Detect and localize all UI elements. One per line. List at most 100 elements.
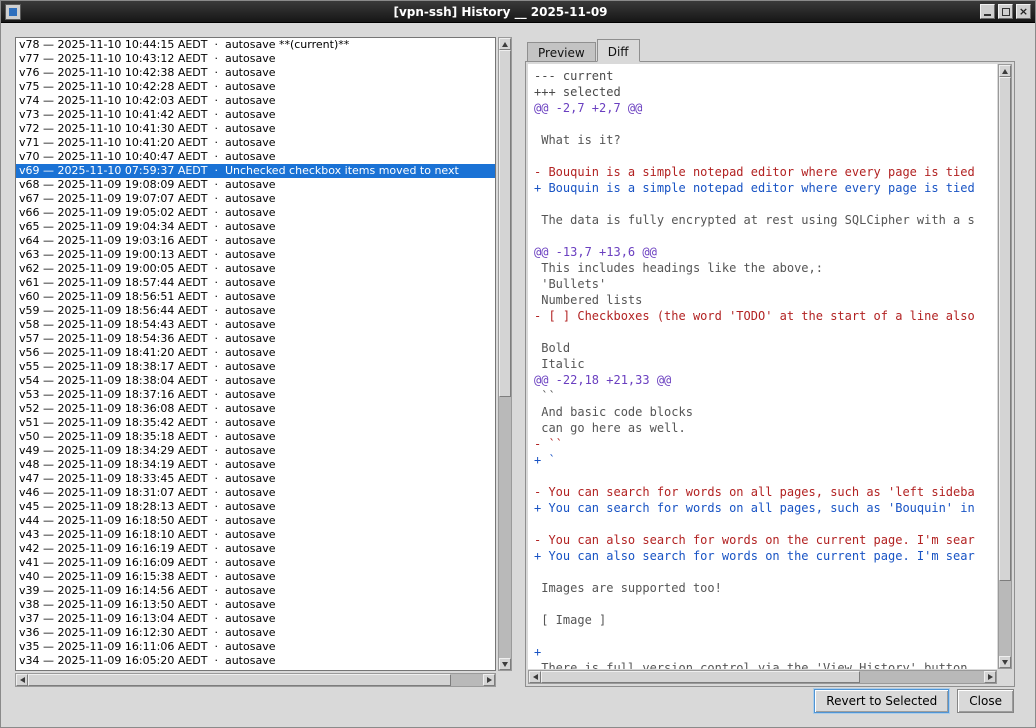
- diff-line: The data is fully encrypted at rest usin…: [534, 212, 997, 228]
- list-item[interactable]: v40 — 2025-11-09 16:15:38 AEDT · autosav…: [16, 570, 495, 584]
- list-item[interactable]: v62 — 2025-11-09 19:00:05 AEDT · autosav…: [16, 262, 495, 276]
- list-item[interactable]: v72 — 2025-11-10 10:41:30 AEDT · autosav…: [16, 122, 495, 136]
- list-item[interactable]: v49 — 2025-11-09 18:34:29 AEDT · autosav…: [16, 444, 495, 458]
- list-item[interactable]: v70 — 2025-11-10 10:40:47 AEDT · autosav…: [16, 150, 495, 164]
- list-item[interactable]: v56 — 2025-11-09 18:41:20 AEDT · autosav…: [16, 346, 495, 360]
- scroll-thumb[interactable]: [541, 671, 860, 683]
- list-item[interactable]: v61 — 2025-11-09 18:57:44 AEDT · autosav…: [16, 276, 495, 290]
- list-item[interactable]: v45 — 2025-11-09 18:28:13 AEDT · autosav…: [16, 500, 495, 514]
- list-item[interactable]: v53 — 2025-11-09 18:37:16 AEDT · autosav…: [16, 388, 495, 402]
- minimize-button[interactable]: [980, 4, 995, 19]
- scroll-up-button[interactable]: [499, 38, 511, 50]
- diff-line: And basic code blocks: [534, 404, 997, 420]
- list-item[interactable]: v39 — 2025-11-09 16:14:56 AEDT · autosav…: [16, 584, 495, 598]
- scroll-down-icon: [502, 662, 508, 667]
- close-window-button[interactable]: ×: [1016, 4, 1031, 19]
- list-item[interactable]: v73 — 2025-11-10 10:41:42 AEDT · autosav…: [16, 108, 495, 122]
- scroll-down-button[interactable]: [999, 656, 1011, 668]
- diff-line: +: [534, 644, 997, 660]
- list-item[interactable]: v75 — 2025-11-10 10:42:28 AEDT · autosav…: [16, 80, 495, 94]
- diff-line: can go here as well.: [534, 420, 997, 436]
- list-item[interactable]: v44 — 2025-11-09 16:18:50 AEDT · autosav…: [16, 514, 495, 528]
- scroll-left-button[interactable]: [529, 671, 541, 683]
- list-item[interactable]: v50 — 2025-11-09 18:35:18 AEDT · autosav…: [16, 430, 495, 444]
- scroll-track[interactable]: [499, 50, 511, 658]
- list-item[interactable]: v66 — 2025-11-09 19:05:02 AEDT · autosav…: [16, 206, 495, 220]
- diff-vscrollbar[interactable]: [998, 64, 1012, 669]
- list-item[interactable]: v33 — 2025-11-09 16:05:01 AEDT · autosav…: [16, 668, 495, 671]
- diff-line: + You can also search for words on the c…: [534, 548, 997, 564]
- close-icon: ×: [1019, 6, 1028, 17]
- list-item[interactable]: v48 — 2025-11-09 18:34:19 AEDT · autosav…: [16, 458, 495, 472]
- diff-line: - You can also search for words on the c…: [534, 532, 997, 548]
- list-item[interactable]: v67 — 2025-11-09 19:07:07 AEDT · autosav…: [16, 192, 495, 206]
- diff-line: +++ selected: [534, 84, 997, 100]
- diff-line: [534, 228, 997, 244]
- list-item[interactable]: v35 — 2025-11-09 16:11:06 AEDT · autosav…: [16, 640, 495, 654]
- list-item[interactable]: v71 — 2025-11-10 10:41:20 AEDT · autosav…: [16, 136, 495, 150]
- list-item[interactable]: v59 — 2025-11-09 18:56:44 AEDT · autosav…: [16, 304, 495, 318]
- scroll-right-button[interactable]: [984, 671, 996, 683]
- scroll-down-button[interactable]: [499, 658, 511, 670]
- scroll-track[interactable]: [28, 674, 483, 686]
- history-list-hscrollbar[interactable]: [15, 673, 496, 687]
- titlebar[interactable]: [vpn-ssh] History __ 2025-11-09 ×: [1, 1, 1035, 23]
- diff-line: + You can search for words on all pages,…: [534, 500, 997, 516]
- maximize-button[interactable]: [998, 4, 1013, 19]
- list-item[interactable]: v36 — 2025-11-09 16:12:30 AEDT · autosav…: [16, 626, 495, 640]
- app-icon[interactable]: [5, 4, 21, 20]
- list-item[interactable]: v64 — 2025-11-09 19:03:16 AEDT · autosav…: [16, 234, 495, 248]
- list-item[interactable]: v58 — 2025-11-09 18:54:43 AEDT · autosav…: [16, 318, 495, 332]
- list-item[interactable]: v68 — 2025-11-09 19:08:09 AEDT · autosav…: [16, 178, 495, 192]
- list-item[interactable]: v76 — 2025-11-10 10:42:38 AEDT · autosav…: [16, 66, 495, 80]
- list-item[interactable]: v69 — 2025-11-10 07:59:37 AEDT · Uncheck…: [16, 164, 495, 178]
- list-item[interactable]: v77 — 2025-11-10 10:43:12 AEDT · autosav…: [16, 52, 495, 66]
- list-item[interactable]: v42 — 2025-11-09 16:16:19 AEDT · autosav…: [16, 542, 495, 556]
- scroll-left-button[interactable]: [16, 674, 28, 686]
- scroll-thumb[interactable]: [28, 674, 451, 686]
- scroll-up-icon: [1002, 69, 1008, 74]
- diff-line: [534, 324, 997, 340]
- list-item[interactable]: v46 — 2025-11-09 18:31:07 AEDT · autosav…: [16, 486, 495, 500]
- list-item[interactable]: v38 — 2025-11-09 16:13:50 AEDT · autosav…: [16, 598, 495, 612]
- list-item[interactable]: v43 — 2025-11-09 16:18:10 AEDT · autosav…: [16, 528, 495, 542]
- list-item[interactable]: v47 — 2025-11-09 18:33:45 AEDT · autosav…: [16, 472, 495, 486]
- list-item[interactable]: v52 — 2025-11-09 18:36:08 AEDT · autosav…: [16, 402, 495, 416]
- tab-preview[interactable]: Preview: [527, 42, 596, 62]
- list-item[interactable]: v37 — 2025-11-09 16:13:04 AEDT · autosav…: [16, 612, 495, 626]
- scroll-up-button[interactable]: [999, 65, 1011, 77]
- diff-line: [534, 196, 997, 212]
- list-item[interactable]: v55 — 2025-11-09 18:38:17 AEDT · autosav…: [16, 360, 495, 374]
- list-item[interactable]: v74 — 2025-11-10 10:42:03 AEDT · autosav…: [16, 94, 495, 108]
- diff-view[interactable]: --- current+++ selected@@ -2,7 +2,7 @@ W…: [528, 64, 997, 669]
- tab-diff[interactable]: Diff: [597, 39, 640, 62]
- close-dialog-button[interactable]: Close: [957, 689, 1014, 713]
- scroll-track[interactable]: [999, 77, 1011, 656]
- scroll-track[interactable]: [541, 671, 984, 683]
- list-item[interactable]: v51 — 2025-11-09 18:35:42 AEDT · autosav…: [16, 416, 495, 430]
- diff-line: [534, 116, 997, 132]
- list-item[interactable]: v65 — 2025-11-09 19:04:34 AEDT · autosav…: [16, 220, 495, 234]
- list-item[interactable]: v60 — 2025-11-09 18:56:51 AEDT · autosav…: [16, 290, 495, 304]
- scroll-thumb[interactable]: [499, 50, 511, 397]
- scroll-right-button[interactable]: [483, 674, 495, 686]
- list-item[interactable]: v57 — 2025-11-09 18:54:36 AEDT · autosav…: [16, 332, 495, 346]
- footer: Revert to Selected Close: [814, 689, 1014, 713]
- list-item[interactable]: v54 — 2025-11-09 18:38:04 AEDT · autosav…: [16, 374, 495, 388]
- scroll-right-icon: [487, 677, 492, 683]
- diff-line: - [ ] Checkboxes (the word 'TODO' at the…: [534, 308, 997, 324]
- diff-line: [534, 148, 997, 164]
- scroll-right-icon: [988, 674, 993, 680]
- list-item[interactable]: v34 — 2025-11-09 16:05:20 AEDT · autosav…: [16, 654, 495, 668]
- list-item[interactable]: v63 — 2025-11-09 19:00:13 AEDT · autosav…: [16, 248, 495, 262]
- list-item[interactable]: v41 — 2025-11-09 16:16:09 AEDT · autosav…: [16, 556, 495, 570]
- scroll-thumb[interactable]: [999, 77, 1011, 581]
- history-list-vscrollbar[interactable]: [498, 37, 512, 671]
- diff-line: Bold: [534, 340, 997, 356]
- revert-to-selected-button[interactable]: Revert to Selected: [814, 689, 949, 713]
- diff-hscrollbar[interactable]: [528, 670, 997, 684]
- diff-line: @@ -22,18 +21,33 @@: [534, 372, 997, 388]
- history-list[interactable]: v78 — 2025-11-10 10:44:15 AEDT · autosav…: [15, 37, 496, 671]
- list-item[interactable]: v78 — 2025-11-10 10:44:15 AEDT · autosav…: [16, 38, 495, 52]
- app-icon-glyph: [9, 8, 17, 16]
